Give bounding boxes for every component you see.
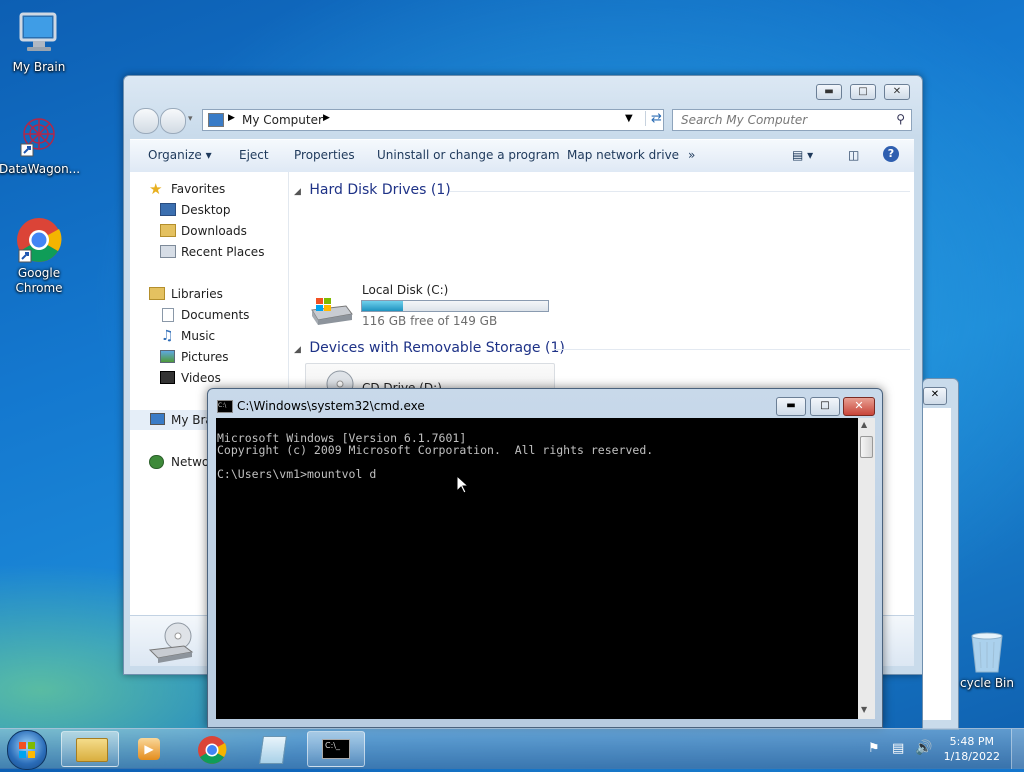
videos-icon <box>160 371 175 384</box>
console-scrollbar[interactable]: ▲ ▼ <box>858 418 875 719</box>
datawagon-icon <box>15 112 63 160</box>
chrome-icon <box>15 216 63 264</box>
libraries-icon <box>149 287 165 300</box>
group-divider <box>450 191 910 192</box>
hard-disk-icon <box>308 296 353 325</box>
desktop-icon-label: Google Chrome <box>15 266 63 295</box>
properties-button[interactable]: Properties <box>294 148 355 162</box>
background-window-content <box>923 408 951 720</box>
computer-icon <box>15 10 63 58</box>
breadcrumb-separator-icon: ▶ <box>228 113 235 123</box>
minimize-button[interactable]: ▬ <box>776 397 806 416</box>
taskbar-media-player[interactable]: ▶ <box>121 731 179 767</box>
taskbar: ▶ C:\_ ⚑ ▤ 🔊 5:48 PM 1/18/2022 <box>0 728 1024 770</box>
windows-logo-icon <box>19 742 35 758</box>
close-button[interactable]: ✕ <box>843 397 875 416</box>
maximize-button[interactable]: □ <box>810 397 840 416</box>
recycle-bin-icon <box>967 630 1007 674</box>
address-bar[interactable]: ▶ My Computer ▶ ▼ ⇄ <box>202 109 664 131</box>
taskbar-chrome[interactable] <box>183 731 241 767</box>
view-options-icon[interactable]: ▤ ▾ <box>792 148 813 162</box>
volume-icon[interactable]: 🔊 <box>915 740 932 756</box>
star-icon: ★ <box>149 180 163 198</box>
search-placeholder: Search My Computer <box>681 113 808 127</box>
chrome-icon <box>198 736 227 764</box>
scroll-down-arrow[interactable]: ▼ <box>861 705 867 714</box>
clock-time: 5:48 PM <box>949 735 994 748</box>
removable-group-header[interactable]: ◢ Devices with Removable Storage (1) <box>294 340 565 356</box>
recent-places-icon <box>160 245 176 258</box>
hdd-group-header[interactable]: ◢ Hard Disk Drives (1) <box>294 182 451 198</box>
more-commands-button[interactable]: » <box>688 148 695 162</box>
disk-usage-bar <box>361 300 549 312</box>
cmd-icon: C:\ <box>217 400 233 413</box>
collapse-icon[interactable]: ◢ <box>294 345 301 355</box>
desktop-icon-label: My Brain <box>12 60 66 74</box>
desktop-icon-my-brain[interactable]: My Brain <box>0 10 79 75</box>
organize-button[interactable]: Organize ▾ <box>148 148 212 162</box>
music-icon: ♫ <box>161 328 174 344</box>
network-icon <box>149 455 164 469</box>
address-dropdown-icon[interactable]: ▼ <box>625 113 633 124</box>
uninstall-button[interactable]: Uninstall or change a program <box>377 148 560 162</box>
computer-icon <box>208 113 224 127</box>
breadcrumb-separator-icon: ▶ <box>323 113 330 123</box>
folder-icon <box>76 738 108 762</box>
media-player-icon: ▶ <box>138 738 160 760</box>
clock-date: 1/18/2022 <box>943 750 1000 763</box>
cd-drive-icon <box>148 620 196 664</box>
refresh-icon[interactable]: ⇄ <box>645 111 662 126</box>
disk-usage-fill <box>362 301 403 311</box>
minimize-button[interactable]: ▬ <box>816 84 842 100</box>
documents-icon <box>162 308 174 322</box>
recent-pages-dropdown[interactable]: ▾ <box>188 114 193 124</box>
computer-icon <box>150 413 165 425</box>
mouse-cursor-icon <box>456 475 468 494</box>
taskbar-explorer[interactable] <box>61 731 119 767</box>
scroll-up-arrow[interactable]: ▲ <box>861 420 867 429</box>
cmd-window[interactable]: C:\ C:\Windows\system32\cmd.exe ▬ □ ✕ Mi… <box>207 388 883 728</box>
maximize-button[interactable]: □ <box>850 84 876 100</box>
show-desktop-button[interactable] <box>1011 729 1024 769</box>
network-status-icon[interactable]: ▤ <box>892 741 904 756</box>
start-button[interactable] <box>7 730 47 770</box>
notepad-icon <box>259 736 287 764</box>
pictures-icon <box>160 350 175 363</box>
preview-pane-icon[interactable]: ◫ <box>848 148 859 162</box>
action-center-icon[interactable]: ⚑ <box>868 741 880 756</box>
map-network-drive-button[interactable]: Map network drive <box>567 148 679 162</box>
breadcrumb-my-computer[interactable]: My Computer <box>242 113 323 127</box>
taskbar-cmd[interactable]: C:\_ <box>307 731 365 767</box>
eject-button[interactable]: Eject <box>239 148 269 162</box>
forward-button[interactable] <box>160 108 186 134</box>
background-window[interactable]: ✕ <box>922 378 959 730</box>
clock[interactable]: 5:48 PM 1/18/2022 <box>944 734 1000 764</box>
taskbar-notepad[interactable] <box>245 731 303 767</box>
command-bar: Organize ▾ Eject Properties Uninstall or… <box>130 139 914 173</box>
console-prompt-line: C:\Users\vm1>mountvol d <box>217 467 377 481</box>
cmd-title: C:\Windows\system32\cmd.exe <box>237 399 425 413</box>
back-button[interactable] <box>133 108 159 134</box>
local-disk-name: Local Disk (C:) <box>362 283 449 297</box>
group-divider <box>554 349 910 350</box>
downloads-folder-icon <box>160 224 176 237</box>
desktop-icon-datawagon[interactable]: DataWagon... <box>0 112 81 177</box>
desktop-folder-icon <box>160 203 176 216</box>
search-icon[interactable]: ⚲ <box>896 112 905 126</box>
console-line: Copyright (c) 2009 Microsoft Corporation… <box>217 443 654 457</box>
close-button[interactable]: ✕ <box>884 84 910 100</box>
console-output[interactable]: Microsoft Windows [Version 6.1.7601] Copy… <box>216 418 858 719</box>
desktop-icon-google-chrome[interactable]: Google Chrome <box>0 216 79 296</box>
cmd-icon: C:\_ <box>322 739 350 759</box>
help-icon[interactable]: ? <box>883 146 899 162</box>
close-button[interactable]: ✕ <box>923 387 947 405</box>
collapse-icon[interactable]: ◢ <box>294 187 301 197</box>
local-disk-free-space: 116 GB free of 149 GB <box>362 314 498 328</box>
desktop-icon-label: DataWagon... <box>0 162 81 176</box>
search-input[interactable]: Search My Computer ⚲ <box>672 109 912 131</box>
scroll-thumb[interactable] <box>860 436 873 458</box>
